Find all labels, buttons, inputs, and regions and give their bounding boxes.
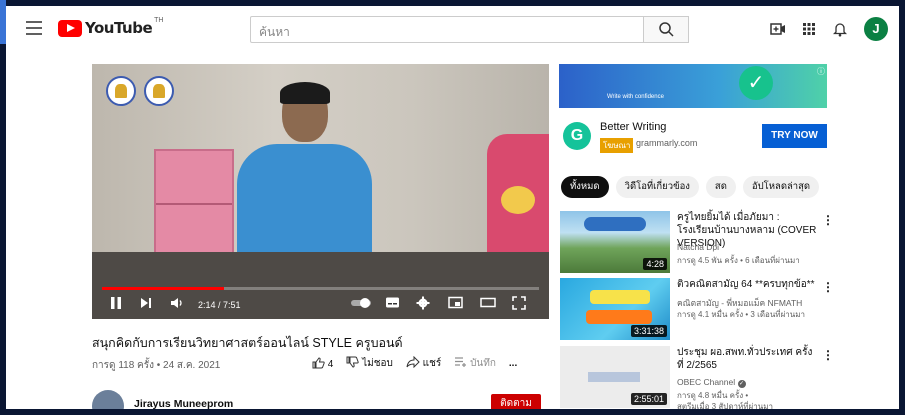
share-button[interactable]: แชร์ — [406, 355, 442, 371]
thumbnail-overlay-text — [584, 217, 646, 231]
video-title[interactable]: ประชุม ผอ.สพท.ทั่วประเทศ ครั้งที่ 2/2565 — [677, 346, 817, 372]
create-video-icon[interactable] — [768, 20, 788, 38]
settings-gear-icon[interactable] — [416, 296, 430, 313]
chip-all[interactable]: ทั้งหมด — [561, 176, 609, 198]
account-avatar[interactable]: J — [864, 17, 888, 41]
autoplay-toggle[interactable] — [350, 296, 372, 313]
recommended-video[interactable]: 3:31:38 ติวคณิตสามัญ 64 **ครบทุกข้อ** คณ… — [560, 278, 880, 340]
ad-domain: grammarly.com — [636, 138, 698, 148]
search-icon — [659, 22, 674, 37]
video-meta: การดู 4.1 หมื่น ครั้ง • 3 เดือนที่ผ่านมา — [677, 310, 805, 319]
dislike-label: ไม่ชอบ — [362, 358, 393, 369]
chip-live[interactable]: สด — [705, 176, 736, 198]
ad-title[interactable]: Better Writing — [600, 121, 666, 133]
try-now-button[interactable]: TRY NOW — [762, 124, 827, 148]
dislike-button[interactable]: ไม่ชอบ — [346, 356, 393, 371]
top-bar: YouTube TH ค้นหา J — [6, 6, 899, 50]
save-label: บันทึก — [470, 358, 496, 369]
youtube-logo[interactable]: YouTube TH — [58, 17, 164, 37]
video-frame-person — [237, 144, 372, 264]
thumbnail-overlay-text — [590, 290, 650, 304]
ad-banner-text: Write with confidence — [607, 94, 664, 100]
channel-name[interactable]: Jirayus Muneeprom — [134, 398, 233, 409]
more-options-icon[interactable]: ⋮ — [822, 213, 834, 227]
more-options-icon[interactable]: ⋮ — [822, 280, 834, 294]
progress-fill — [102, 287, 225, 290]
fullscreen-icon[interactable] — [512, 296, 526, 313]
ad-banner-image[interactable]: ✓ Write with confidence — [559, 64, 827, 108]
play-logo-icon — [58, 19, 82, 37]
search-button[interactable] — [643, 16, 689, 43]
thumbnail-logo — [588, 372, 640, 382]
video-meta-stream: สตรีมเมื่อ 3 สัปดาห์ที่ผ่านมา — [677, 402, 773, 409]
video-meta: การดู 4.5 พัน ครั้ง • 6 เดือนที่ผ่านมา — [677, 256, 800, 265]
channel-name-text: OBEC Channel — [677, 377, 736, 387]
chip-related[interactable]: วิดีโอที่เกี่ยวข้อง — [615, 176, 699, 198]
grammarly-logo-icon: G — [563, 122, 591, 150]
channel-name[interactable]: Natcha Dpi — [677, 242, 719, 252]
video-duration: 4:28 — [643, 258, 667, 270]
video-player[interactable]: 2:14 / 7:51 — [92, 64, 549, 319]
channel-avatar[interactable] — [92, 390, 124, 409]
youtube-page: YouTube TH ค้นหา J 2:14 / 7:51 สนุกคิดกั… — [6, 6, 899, 409]
theater-mode-icon[interactable] — [480, 296, 496, 312]
next-icon[interactable] — [140, 296, 152, 313]
thumbs-up-icon — [312, 357, 325, 369]
video-frame-person-hair — [280, 82, 330, 104]
video-thumbnail[interactable]: 2:55:01 — [560, 346, 670, 408]
video-frame-flowers — [487, 134, 549, 264]
subtitles-icon[interactable] — [385, 296, 400, 312]
more-actions-button[interactable]: ... — [509, 358, 517, 369]
logo-country: TH — [154, 17, 164, 24]
save-button[interactable]: บันทึก — [454, 356, 496, 371]
search-input[interactable]: ค้นหา — [250, 16, 644, 43]
recommended-video[interactable]: 2:55:01 ประชุม ผอ.สพท.ทั่วประเทศ ครั้งที… — [560, 346, 880, 409]
time-display: 2:14 / 7:51 — [198, 300, 241, 310]
video-title: สนุกคิดกับการเรียนวิทยาศาสตร์ออนไลน์ STY… — [92, 336, 403, 350]
logo-text: YouTube — [85, 19, 153, 37]
obec-seal-logo — [144, 76, 174, 106]
miniplayer-icon[interactable] — [448, 296, 463, 312]
verified-icon: ✓ — [737, 380, 746, 388]
video-frame-cabinet — [154, 149, 234, 261]
more-options-icon[interactable]: ⋮ — [822, 348, 834, 362]
share-label: แชร์ — [422, 358, 442, 369]
player-controls: 2:14 / 7:51 — [92, 292, 549, 319]
pause-icon[interactable] — [110, 296, 122, 313]
video-duration: 3:31:38 — [630, 325, 667, 337]
share-arrow-icon — [406, 355, 420, 369]
checkmark-icon: ✓ — [739, 66, 773, 100]
filter-chips: ทั้งหมด วิดีโอที่เกี่ยวข้อง สด อัปโหลดล่… — [561, 176, 820, 198]
video-actions: 4 ไม่ชอบ แชร์ บันทึก ... — [312, 355, 517, 371]
like-button[interactable]: 4 — [312, 357, 333, 370]
video-meta: การดู 118 ครั้ง • 24 ส.ค. 2021 — [92, 360, 221, 371]
ad-badge: โฆษณา — [600, 138, 634, 153]
save-playlist-icon — [455, 357, 467, 367]
thumbnail-overlay-banner — [586, 310, 652, 324]
volume-icon[interactable] — [170, 296, 184, 313]
channel-name[interactable]: OBEC Channel ✓ — [677, 377, 746, 388]
progress-bar[interactable] — [102, 287, 539, 290]
subscribe-button[interactable]: ติดตาม — [491, 394, 541, 409]
video-thumbnail[interactable]: 3:31:38 — [560, 278, 670, 340]
video-title[interactable]: ติวคณิตสามัญ 64 **ครบทุกข้อ** — [677, 278, 817, 291]
video-thumbnail[interactable]: 4:28 — [560, 211, 670, 273]
like-count: 4 — [327, 359, 334, 370]
chip-recent[interactable]: อัปโหลดล่าสุด — [742, 176, 820, 198]
apps-grid-icon[interactable] — [799, 20, 819, 38]
recommended-video[interactable]: 4:28 ครูไทยยิ้มได้ เมื่อภัยมา : โรงเรียน… — [560, 211, 880, 273]
thumbs-down-icon — [346, 356, 360, 368]
video-duration: 2:55:01 — [630, 393, 667, 405]
school-seal-logo — [106, 76, 136, 106]
notifications-bell-icon[interactable] — [830, 20, 850, 38]
ad-info-icon[interactable]: ⓘ — [817, 66, 825, 77]
menu-icon[interactable] — [26, 21, 42, 35]
